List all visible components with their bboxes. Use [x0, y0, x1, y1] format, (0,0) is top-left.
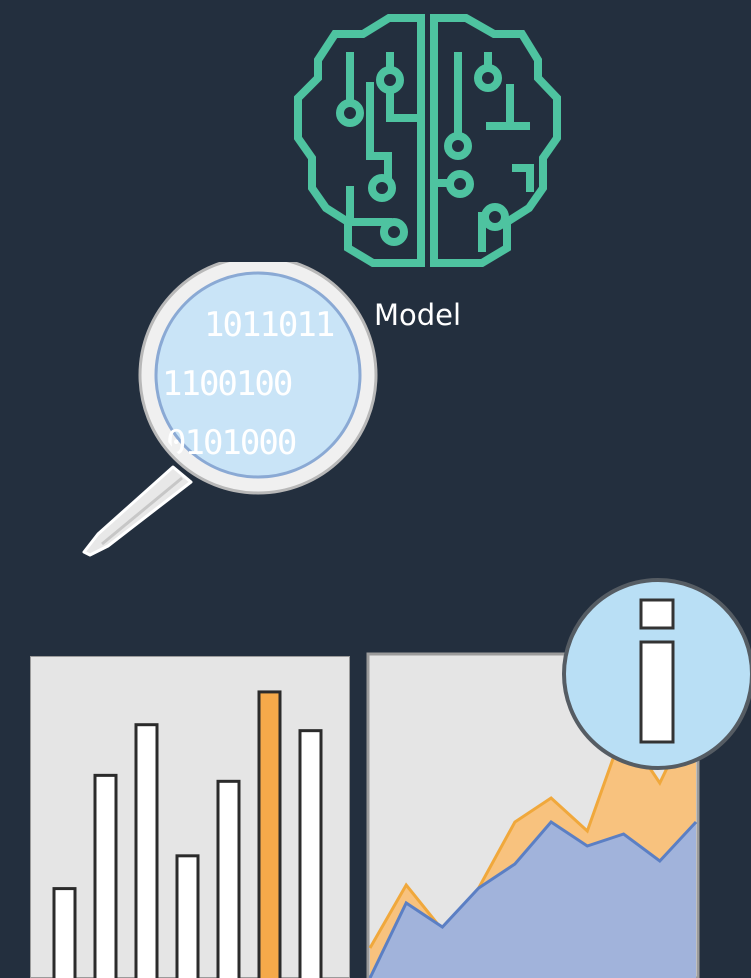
bar: [298, 729, 323, 978]
binary-row: 1100100: [162, 364, 292, 404]
magnifying-glass-icon: 1011011 1100100 0101000: [82, 262, 378, 557]
bar-chart-icon: [30, 656, 350, 978]
info-icon: [562, 578, 751, 770]
binary-row: 0101000: [166, 423, 296, 463]
bar: [216, 779, 241, 978]
bar: [175, 854, 200, 978]
bar: [52, 887, 77, 978]
bar: [257, 690, 282, 978]
model-label: Model: [374, 298, 462, 332]
brain-circuit-icon: [294, 14, 561, 267]
bar: [93, 773, 118, 978]
bar: [134, 723, 159, 978]
ml-diagram: Model 1011011 1100100 0101000: [0, 0, 751, 978]
binary-row: 1011011: [204, 305, 334, 345]
